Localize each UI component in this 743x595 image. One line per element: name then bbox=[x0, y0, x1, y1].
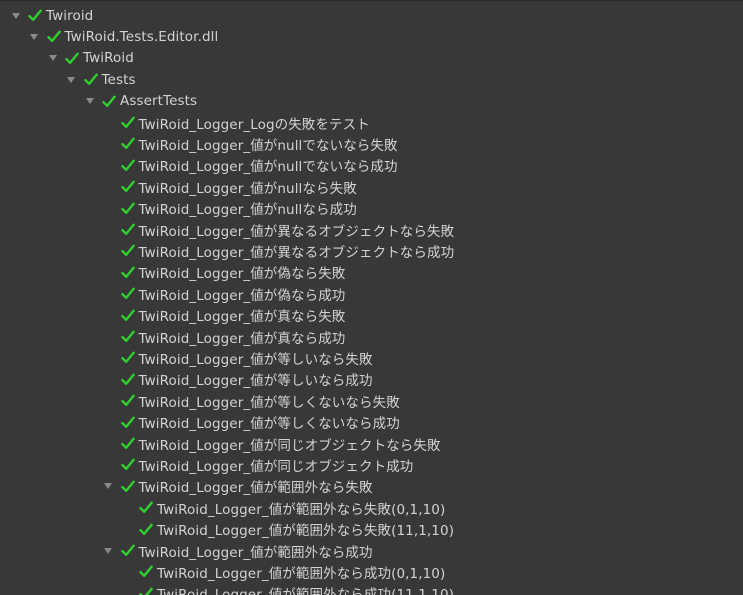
tree-row[interactable]: TwiRoid_Logger_値がnullなら成功 bbox=[103, 198, 357, 219]
tree-row[interactable]: TwiRoid_Logger_値が等しくないなら成功 bbox=[103, 412, 400, 433]
tree-row[interactable]: TwiRoid_Logger_値が偽なら成功 bbox=[103, 283, 346, 304]
checkmark-icon bbox=[139, 523, 153, 536]
checkmark-icon bbox=[139, 587, 153, 595]
tree-row-label: TwiRoid_Logger_値がnullでないなら失敗 bbox=[138, 137, 398, 154]
tree-row[interactable]: TwiRoid_Logger_値がnullでないなら成功 bbox=[103, 155, 398, 176]
tree-row-label: TwiRoid_Logger_値が範囲外なら成功(0,1,10) bbox=[157, 565, 446, 582]
tree-row-label: TwiRoid_Logger_値が範囲外なら失敗(11,1,10) bbox=[157, 523, 455, 540]
tree-row-label: TwiRoid_Logger_Logの失敗をテスト bbox=[138, 116, 370, 133]
tree-row[interactable]: TwiRoid_Logger_値がnullでないなら失敗 bbox=[103, 133, 398, 154]
checkmark-icon bbox=[83, 73, 98, 86]
checkmark-icon bbox=[120, 351, 135, 364]
checkmark-icon bbox=[120, 330, 135, 343]
tree-row-label: TwiRoid bbox=[83, 50, 134, 67]
tree-row-label: TwiRoid_Logger_値がnullなら失敗 bbox=[138, 180, 357, 197]
tree-row[interactable]: TwiRoid_Logger_値が範囲外なら失敗 bbox=[103, 476, 373, 497]
triangle-down-icon[interactable] bbox=[10, 11, 21, 21]
tree-row[interactable]: TwiRoid_Logger_Logの失敗をテスト bbox=[103, 112, 370, 133]
checkmark-icon bbox=[120, 137, 135, 150]
tree-row[interactable]: TwiRoid_Logger_値が等しいなら失敗 bbox=[103, 347, 373, 368]
checkmark-icon bbox=[102, 95, 116, 108]
tree-row[interactable]: TwiRoid_Logger_値が等しいなら成功 bbox=[103, 369, 373, 390]
tree-row[interactable]: TwiRoid_Logger_値が範囲外なら成功(0,1,10) bbox=[121, 561, 445, 582]
checkmark-icon bbox=[65, 52, 79, 65]
tree-row-label: TwiRoid_Logger_値が範囲外なら成功(11,1,10) bbox=[157, 583, 454, 595]
checkmark-icon bbox=[28, 9, 42, 22]
tree-row[interactable]: Tests bbox=[66, 69, 136, 90]
tree-row[interactable]: TwiRoid bbox=[47, 48, 134, 69]
tree-row-label: TwiRoid_Logger_値が真なら成功 bbox=[138, 330, 346, 347]
tree-row[interactable]: TwiRoid.Tests.Editor.dll bbox=[29, 26, 219, 47]
checkmark-icon bbox=[120, 458, 135, 471]
checkmark-icon bbox=[120, 116, 135, 129]
tree-row-label: TwiRoid_Logger_値が範囲外なら失敗(0,1,10) bbox=[157, 501, 446, 518]
tree-row[interactable]: TwiRoid_Logger_値が偽なら失敗 bbox=[103, 262, 346, 283]
tree-row[interactable]: TwiRoid_Logger_値が異なるオブジェクトなら失敗 bbox=[103, 219, 455, 240]
tree-row[interactable]: TwiRoid_Logger_値が同じオブジェクトなら失敗 bbox=[103, 433, 441, 454]
checkmark-icon bbox=[120, 309, 135, 322]
tree-row[interactable]: TwiRoid_Logger_値がnullなら失敗 bbox=[103, 176, 357, 197]
tree-row[interactable]: TwiRoid_Logger_値が範囲外なら成功(11,1,10) bbox=[121, 583, 454, 595]
tree-row[interactable]: TwiRoid_Logger_値が真なら成功 bbox=[103, 326, 346, 347]
tree-row[interactable]: TwiRoid_Logger_値が異なるオブジェクトなら成功 bbox=[103, 240, 455, 261]
tree-row-label: TwiRoid_Logger_値が範囲外なら成功 bbox=[138, 544, 373, 561]
checkmark-icon bbox=[120, 373, 135, 386]
tree-row-label: TwiRoid_Logger_値が偽なら失敗 bbox=[138, 266, 346, 283]
checkmark-icon bbox=[120, 544, 135, 557]
checkmark-icon bbox=[120, 202, 135, 215]
tree-row[interactable]: TwiRoid_Logger_値が同じオブジェクト成功 bbox=[103, 454, 414, 475]
triangle-down-icon[interactable] bbox=[103, 546, 114, 556]
triangle-down-icon[interactable] bbox=[84, 96, 95, 106]
tree-row-label: TwiRoid_Logger_値が等しくないなら成功 bbox=[138, 416, 400, 433]
checkmark-icon bbox=[120, 180, 135, 193]
checkmark-icon bbox=[120, 287, 135, 300]
tree-row-label: TwiRoid_Logger_値が等しいなら失敗 bbox=[138, 351, 373, 368]
tree-row-label: TwiRoid_Logger_値が真なら失敗 bbox=[138, 309, 346, 326]
checkmark-icon bbox=[120, 266, 135, 279]
tree-row[interactable]: TwiRoid_Logger_値が範囲外なら成功 bbox=[103, 540, 373, 561]
tree-row-label: AssertTests bbox=[120, 93, 198, 110]
tree-row[interactable]: TwiRoid_Logger_値が真なら失敗 bbox=[103, 305, 346, 326]
tree-row[interactable]: AssertTests bbox=[84, 91, 197, 112]
checkmark-icon bbox=[120, 394, 135, 407]
checkmark-icon bbox=[120, 416, 135, 429]
tree-row-label: TwiRoid_Logger_値が等しくないなら失敗 bbox=[138, 394, 400, 411]
checkmark-icon bbox=[120, 244, 135, 257]
tree-row-label: TwiRoid_Logger_値が同じオブジェクトなら失敗 bbox=[138, 437, 441, 454]
triangle-down-icon[interactable] bbox=[47, 53, 58, 63]
checkmark-icon bbox=[139, 565, 153, 578]
tree-row-label: TwiRoid_Logger_値が異なるオブジェクトなら成功 bbox=[138, 244, 455, 261]
tree-row-label: TwiRoid_Logger_値が等しいなら成功 bbox=[138, 373, 373, 390]
checkmark-icon bbox=[120, 437, 135, 450]
checkmark-icon bbox=[120, 480, 135, 493]
tree-row-label: TwiRoid_Logger_値が異なるオブジェクトなら失敗 bbox=[138, 223, 455, 240]
tree-row-label: TwiRoid_Logger_値が範囲外なら失敗 bbox=[138, 480, 373, 497]
triangle-down-icon[interactable] bbox=[29, 32, 40, 42]
tree-row[interactable]: TwiRoid_Logger_値が範囲外なら失敗(0,1,10) bbox=[121, 497, 445, 518]
tree-row-label: TwiRoid_Logger_値がnullでないなら成功 bbox=[138, 159, 398, 176]
checkmark-icon bbox=[120, 159, 135, 172]
checkmark-icon bbox=[139, 501, 153, 514]
tree-row-label: TwiRoid_Logger_値がnullなら成功 bbox=[138, 202, 357, 219]
tree-row-label: TwiRoid.Tests.Editor.dll bbox=[64, 28, 219, 45]
tree-row[interactable]: Twiroid bbox=[10, 5, 93, 26]
checkmark-icon bbox=[120, 223, 135, 236]
test-runner-tree: Twiroid TwiRoid.Tests.Editor.dll TwiRoid Te… bbox=[0, 0, 743, 595]
triangle-down-icon[interactable] bbox=[103, 481, 114, 491]
triangle-down-icon[interactable] bbox=[66, 75, 77, 85]
checkmark-icon bbox=[46, 30, 61, 43]
tree-row[interactable]: TwiRoid_Logger_値が範囲外なら失敗(11,1,10) bbox=[121, 519, 454, 540]
tree-row-label: Tests bbox=[101, 71, 136, 88]
tree-row-label: TwiRoid_Logger_値が同じオブジェクト成功 bbox=[138, 458, 414, 475]
tree-row-label: TwiRoid_Logger_値が偽なら成功 bbox=[138, 287, 346, 304]
tree-row-label: Twiroid bbox=[46, 7, 94, 24]
tree-row[interactable]: TwiRoid_Logger_値が等しくないなら失敗 bbox=[103, 390, 400, 411]
